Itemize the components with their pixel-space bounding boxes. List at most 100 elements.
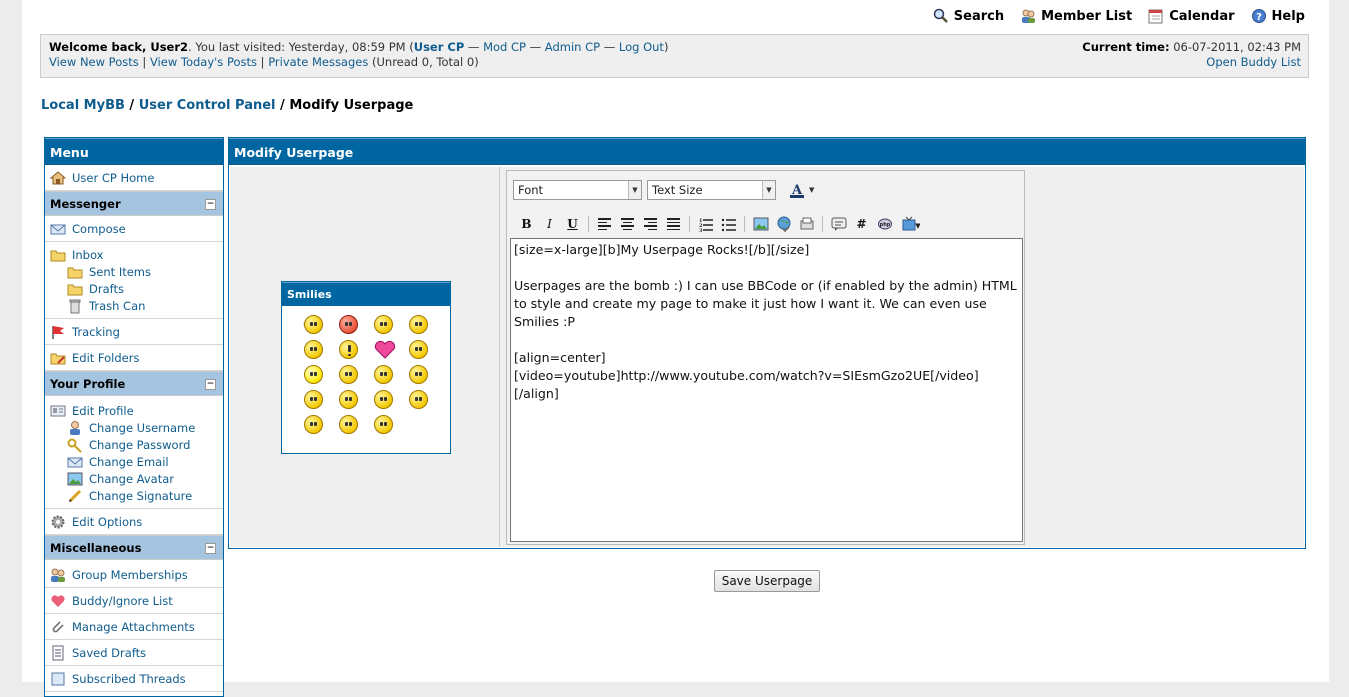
smilie-tongue-icon[interactable] [409,390,428,409]
php-icon: php [877,218,892,230]
mod-cp-link[interactable]: Mod CP [483,40,526,54]
envelope-icon [67,454,83,470]
group-icon [50,567,66,583]
smilie-wink-icon[interactable] [304,415,323,434]
code-button[interactable]: # [850,213,873,235]
align-right-button[interactable] [639,213,662,235]
video-button[interactable]: ▼ [896,213,926,235]
menu-manage-attachments[interactable]: Manage Attachments [50,618,218,635]
menu-drafts[interactable]: Drafts [50,280,218,297]
save-userpage-button[interactable]: Save Userpage [714,570,820,592]
collapse-icon[interactable]: − [205,199,216,210]
menu-compose[interactable]: Compose [50,220,218,237]
menu-item-label: Group Memberships [72,567,188,582]
smilie-cool-icon[interactable] [409,315,428,334]
menu-saved-drafts[interactable]: Saved Drafts [50,644,218,661]
menu-buddy-ignore[interactable]: Buddy/Ignore List [50,592,218,609]
menu-trash[interactable]: Trash Can [50,297,218,314]
chevron-down-icon: ▼ [628,181,641,199]
admin-cp-link[interactable]: Admin CP [545,40,600,54]
text-size-select[interactable]: Text Size ▼ [647,180,776,200]
help-link[interactable]: ? Help [1251,8,1305,24]
menu-item-label: Tracking [72,324,120,339]
menu-edit-profile[interactable]: Edit Profile [50,402,218,419]
smilie-shy-icon[interactable] [339,365,358,384]
quote-button[interactable] [827,213,850,235]
numbered-list-button[interactable]: 123 [694,213,717,235]
italic-button[interactable]: I [538,213,561,235]
image-icon [753,217,768,231]
font-select[interactable]: Font ▼ [513,180,642,200]
smilie-angry-icon[interactable] [339,315,358,334]
calendar-link[interactable]: Calendar [1148,8,1235,24]
buddy-list-link[interactable]: Open Buddy List [1206,55,1301,69]
smilie-angel-icon[interactable] [304,315,323,334]
menu-item-label: Trash Can [89,298,146,313]
menu-change-password[interactable]: Change Password [50,436,218,453]
menu-group-memberships[interactable]: Group Memberships [50,566,218,583]
collapse-icon[interactable]: − [205,379,216,390]
justify-button[interactable] [662,213,685,235]
smilie-teeth-icon[interactable] [374,390,393,409]
smilie-glasses-icon[interactable] [339,390,358,409]
menu-tracking[interactable]: Tracking [50,323,218,340]
menu-item-label: Compose [72,221,126,236]
smilie-confused-icon[interactable] [374,315,393,334]
insert-link-button[interactable] [772,213,795,235]
menu-edit-options[interactable]: Edit Options [50,513,218,530]
folder-icon [67,281,83,297]
smilie-huh-icon[interactable] [409,340,428,359]
smilie-smile-icon[interactable] [409,365,428,384]
smilie-heart-icon[interactable] [374,340,396,359]
new-posts-link[interactable]: View New Posts [49,55,139,69]
smilie-big-grin-icon[interactable] [304,390,323,409]
text-color-button[interactable]: A ▼ [789,182,814,198]
insert-email-button[interactable] [795,213,818,235]
menu-inbox[interactable]: Inbox [50,246,218,263]
php-button[interactable]: php [873,213,896,235]
breadcrumb-ucp[interactable]: User Control Panel [139,98,276,113]
search-icon [933,8,949,24]
quote-icon [831,217,846,231]
smilie-rolleyes-icon[interactable] [339,415,358,434]
time-block: Current time: 06-07-2011, 02:43 PM Open … [1082,40,1301,70]
smilie-undecided-icon[interactable] [374,415,393,434]
menu-item-label: Inbox [72,247,104,262]
search-link[interactable]: Search [933,8,1004,24]
menu-sent[interactable]: Sent Items [50,263,218,280]
private-messages-link[interactable]: Private Messages [268,55,368,69]
svg-text:▼: ▼ [915,221,920,230]
insert-image-button[interactable] [749,213,772,235]
calendar-icon [1148,8,1164,24]
todays-posts-link[interactable]: View Today's Posts [150,55,257,69]
user-cp-link[interactable]: User CP [414,40,465,54]
collapse-icon[interactable]: − [205,543,216,554]
pencil-icon [67,488,83,504]
bullet-list-button[interactable] [717,213,740,235]
menu-change-signature[interactable]: Change Signature [50,487,218,504]
breadcrumb-sep: / [124,98,139,113]
menu-edit-folders[interactable]: Edit Folders [50,349,218,366]
justify-icon [667,218,680,230]
userpage-textarea[interactable]: [size=x-large][b]My Userpage Rocks![/b][… [510,238,1023,542]
underline-button[interactable]: U [561,213,584,235]
smilie-sick-icon[interactable] [374,365,393,384]
smilies-cell: Smilies [230,167,500,547]
menu-change-username[interactable]: Change Username [50,419,218,436]
logout-link[interactable]: Log Out [619,40,664,54]
align-left-icon [598,218,611,230]
align-left-button[interactable] [593,213,616,235]
memberlist-link[interactable]: Member List [1020,8,1132,24]
smilie-dodgy-icon[interactable] [304,340,323,359]
menu-header: Menu [45,138,223,165]
menu-change-email[interactable]: Change Email [50,453,218,470]
menu-change-avatar[interactable]: Change Avatar [50,470,218,487]
menu-subscribed-threads[interactable]: Subscribed Threads [50,670,218,687]
menu-ucp-home[interactable]: User CP Home [49,169,218,186]
smilie-exclamation-icon[interactable] [339,340,358,359]
smilie-lightbulb-icon[interactable] [304,365,323,384]
bold-button[interactable]: B [515,213,538,235]
align-center-button[interactable] [616,213,639,235]
editor-toolbar-format: B I U 123 # php ▼ [515,213,926,235]
breadcrumb-home[interactable]: Local MyBB [41,98,125,113]
